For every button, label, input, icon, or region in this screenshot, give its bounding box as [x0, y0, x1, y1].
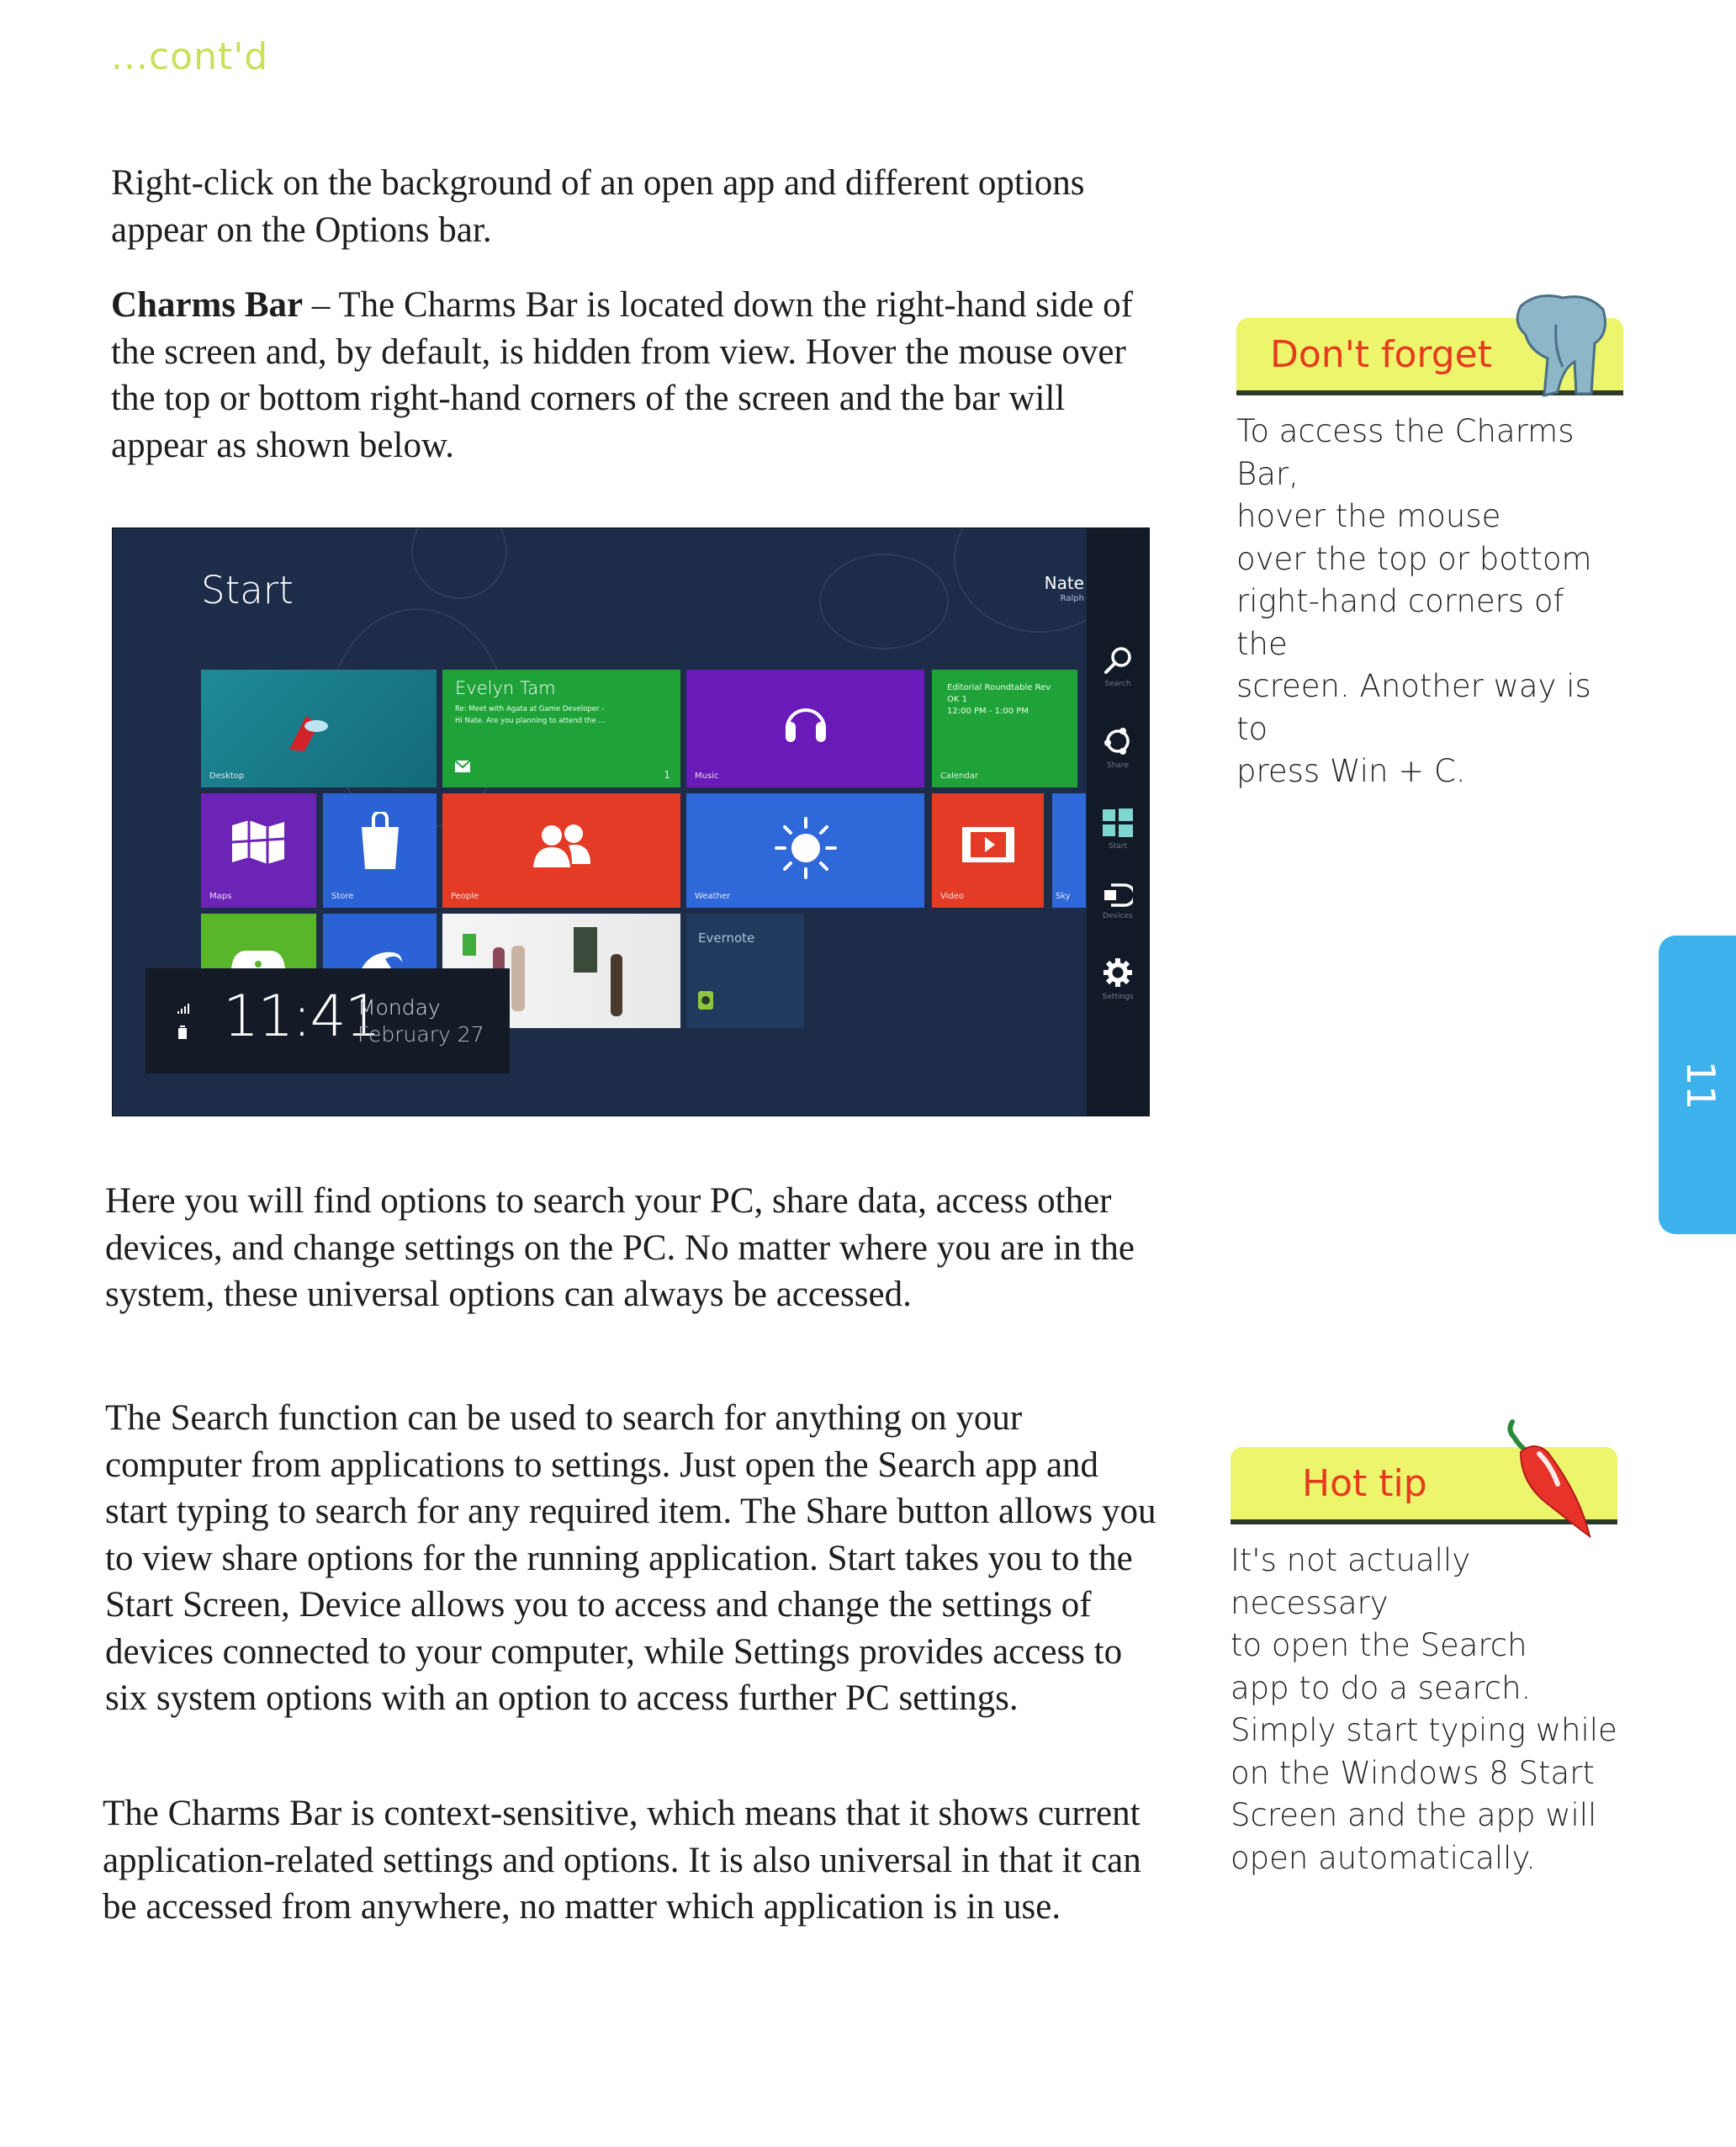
- tile-evernote[interactable]: Evernote: [686, 914, 804, 1028]
- mail-sender: Evelyn Tam: [455, 678, 556, 698]
- windows-logo-icon: [1103, 808, 1133, 837]
- chili-pepper-icon: [1507, 1419, 1591, 1539]
- continued-header: ...cont'd: [111, 35, 269, 78]
- dont-forget-header: Don't forget: [1236, 294, 1623, 397]
- xbox-avatar-decoration: [463, 934, 476, 956]
- signal-strength-icon: [177, 1004, 189, 1014]
- shopping-bag-icon: [362, 812, 399, 869]
- share-icon: [1104, 728, 1130, 755]
- tile-label: Calendar: [940, 771, 978, 781]
- sun-icon: [775, 817, 837, 879]
- xbox-avatar: [511, 946, 525, 1011]
- chapter-tab: 11: [1659, 936, 1736, 1234]
- mail-envelope-icon: [455, 761, 470, 772]
- tile-music[interactable]: Music: [686, 670, 924, 787]
- background-pattern: [819, 554, 949, 649]
- charm-label: Start: [1109, 842, 1127, 851]
- paragraph-charms-options: Here you will find options to search you…: [105, 1181, 1135, 1314]
- paragraph-context-sensitive: The Charms Bar is context-sensitive, whi…: [103, 1794, 1141, 1927]
- dont-forget-title: Don't forget: [1270, 333, 1492, 376]
- paragraph-charm-functions: The Search function can be used to searc…: [105, 1398, 1156, 1718]
- xbox-avatar: [611, 954, 622, 1016]
- fish-wallpaper-icon: [289, 716, 328, 751]
- user-name[interactable]: Nate: [1038, 573, 1084, 593]
- tile-maps[interactable]: Maps: [201, 793, 316, 908]
- hot-tip-note: Hot tip It's not actually necessary to o…: [1231, 1419, 1617, 1879]
- charm-label: Devices: [1103, 912, 1133, 920]
- paragraph-charms-bar-intro: Charms Bar – The Charms Bar is located d…: [111, 282, 1162, 469]
- charm-share[interactable]: Share: [1087, 726, 1149, 770]
- tile-label: Desktop: [209, 771, 245, 781]
- charm-label: Share: [1107, 761, 1129, 770]
- charms-bar: Search Share Start Devices Settings: [1087, 528, 1149, 1116]
- evernote-icon: [698, 991, 713, 1010]
- tile-label: Weather: [695, 892, 731, 901]
- tile-weather[interactable]: Weather: [686, 793, 924, 908]
- tile-label: Store: [331, 892, 354, 901]
- tile-label: Evernote: [698, 930, 755, 946]
- charm-search[interactable]: Search: [1087, 646, 1149, 688]
- battery-icon: [178, 1026, 187, 1039]
- headphones-icon: [786, 708, 826, 742]
- tile-label: Music: [695, 771, 719, 781]
- dont-forget-note: Don't forget To access the Charms Bar, h…: [1236, 294, 1623, 793]
- tile-calendar[interactable]: Editorial Roundtable Rev OK 1 12:00 PM -…: [932, 670, 1077, 787]
- charm-label: Settings: [1102, 993, 1134, 1001]
- mail-preview-line: Hi Nate. Are you planning to attend the …: [455, 717, 606, 725]
- devices-icon: [1104, 883, 1133, 907]
- calendar-event-line: Editorial Roundtable Rev: [947, 683, 1051, 692]
- people-icon: [533, 824, 590, 867]
- clock-day: Monday: [357, 995, 441, 1020]
- hot-tip-header: Hot tip: [1231, 1419, 1617, 1539]
- gear-icon: [1104, 958, 1132, 987]
- hot-tip-body: It's not actually necessary to open the …: [1231, 1542, 1617, 1876]
- tile-label: Sky: [1056, 892, 1071, 901]
- map-icon: [231, 820, 285, 864]
- mail-preview-line: Re: Meet with Agata at Game Developer -: [455, 705, 605, 713]
- elephant-icon: [1516, 294, 1606, 397]
- charm-settings[interactable]: Settings: [1087, 957, 1149, 1001]
- background-pattern: [411, 528, 507, 599]
- xbox-avatar-decoration: [574, 927, 597, 973]
- tile-skydrive[interactable]: Sky: [1052, 793, 1086, 908]
- hot-tip-title: Hot tip: [1302, 1462, 1427, 1505]
- charm-start[interactable]: Start: [1087, 808, 1149, 851]
- search-icon: [1104, 647, 1131, 674]
- tile-label: Maps: [209, 892, 232, 901]
- tile-store[interactable]: Store: [323, 793, 437, 908]
- tile-video[interactable]: Video: [932, 793, 1044, 908]
- tile-label: Video: [940, 892, 965, 901]
- charm-label: Search: [1104, 680, 1131, 688]
- tile-mail[interactable]: Evelyn Tam Re: Meet with Agata at Game D…: [442, 670, 680, 787]
- clock-date: February 27: [357, 1022, 484, 1047]
- mail-unread-count: 1: [664, 769, 670, 781]
- tile-label: People: [451, 892, 479, 901]
- calendar-event-line: OK 1: [947, 695, 967, 704]
- user-subtitle: Ralph: [1060, 594, 1084, 603]
- paragraph-options-bar: Right-click on the background of an open…: [111, 163, 1085, 250]
- start-screen-title: Start: [201, 568, 294, 612]
- tile-people[interactable]: People: [442, 793, 680, 908]
- dont-forget-body: To access the Charms Bar, hover the mous…: [1236, 413, 1592, 789]
- clock-overlay: 11:41 Monday February 27: [146, 968, 510, 1074]
- tile-desktop[interactable]: Desktop: [201, 670, 437, 787]
- clock-time: 11:41: [223, 983, 381, 1050]
- video-play-icon: [962, 827, 1014, 862]
- charm-devices[interactable]: Devices: [1087, 883, 1149, 920]
- calendar-event-line: 12:00 PM - 1:00 PM: [947, 707, 1029, 716]
- windows8-start-screenshot: Start Nate Ralph Desktop Evelyn Tam Re: …: [112, 527, 1150, 1116]
- term-charms-bar: Charms Bar: [111, 285, 304, 325]
- chapter-number: 11: [1678, 1060, 1723, 1110]
